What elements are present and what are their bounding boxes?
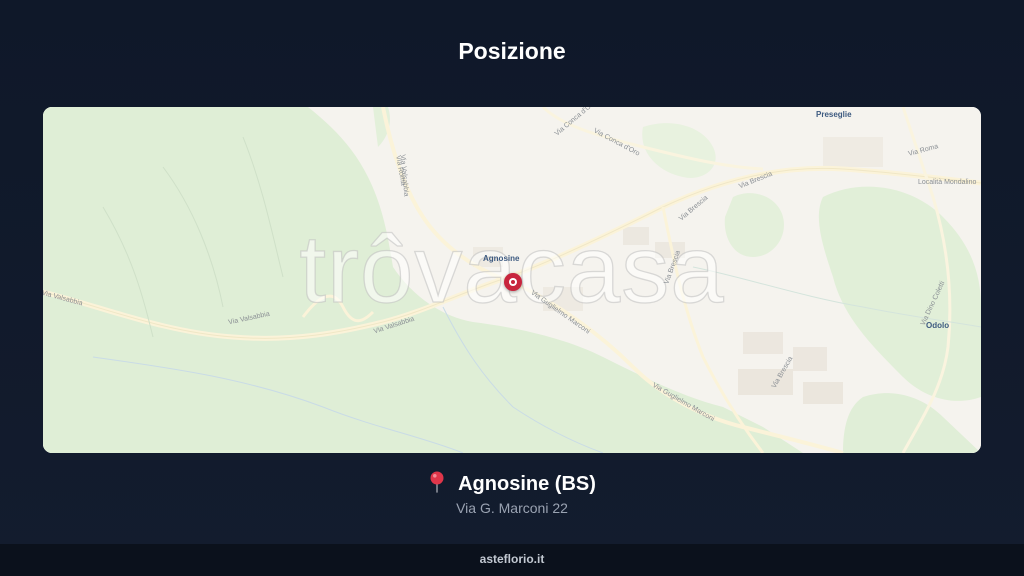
- map-label-odolo: Odolo: [926, 321, 950, 330]
- map-pin-marker-icon[interactable]: [504, 273, 522, 291]
- footer-site-name: asteflorio.it: [0, 544, 1024, 576]
- page-title: Posizione: [458, 38, 566, 64]
- round-pushpin-icon: [430, 471, 444, 493]
- map-label-agnosine: Agnosine: [483, 254, 520, 263]
- location-name: Agnosine (BS): [458, 473, 596, 495]
- location-map[interactable]: trôvacasa Agnosine Preseglie Odolo Via R…: [43, 107, 981, 453]
- map-label-localita-mondalino: Località Mondalino: [918, 179, 977, 186]
- trovacasa-watermark: trôvacasa: [299, 215, 725, 323]
- map-label-preseglie: Preseglie: [816, 110, 852, 119]
- location-address: Via G. Marconi 22: [456, 500, 568, 516]
- location-heading: Agnosine (BS): [0, 471, 1024, 496]
